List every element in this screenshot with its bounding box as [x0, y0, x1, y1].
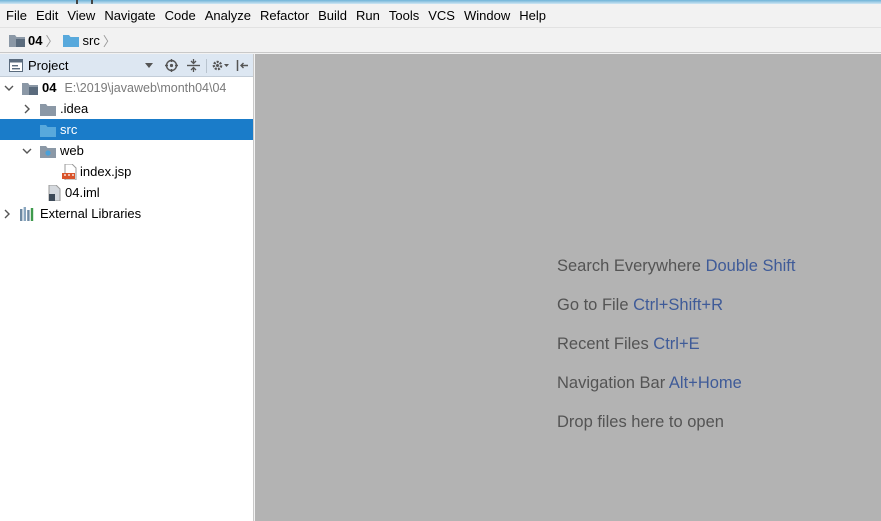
folder-icon	[40, 103, 56, 116]
hint-text: Drop files here to open	[557, 413, 724, 431]
hint-shortcut: Ctrl+E	[653, 335, 700, 353]
hint-shortcut: Ctrl+Shift+R	[633, 296, 723, 314]
menu-file[interactable]: File	[1, 4, 31, 27]
tree-item-label: 04	[42, 80, 57, 95]
hint-drop-files: Drop files here to open	[557, 413, 724, 432]
tree-item-label: 04.iml	[65, 185, 100, 200]
hint-go-to-file: Go to File Ctrl+Shift+R	[557, 296, 723, 315]
menu-build[interactable]: Build	[313, 4, 351, 27]
tree-item-label: index.jsp	[80, 164, 132, 179]
tree-item-project-root[interactable]: 04 E:\2019\javaweb\month04\04	[0, 77, 253, 98]
navigation-bar: 04 〉 src 〉	[0, 27, 881, 53]
menu-navigate[interactable]: Navigate	[99, 4, 159, 27]
hide-panel-icon[interactable]	[231, 54, 253, 77]
settings-gear-icon[interactable]	[209, 54, 231, 77]
tree-item-label: .idea	[60, 101, 89, 116]
project-panel-header: Project	[0, 54, 253, 77]
scroll-from-source-icon[interactable]	[160, 54, 182, 77]
chevron-right-icon[interactable]	[21, 103, 33, 115]
source-folder-icon	[40, 124, 56, 137]
view-mode-dropdown-icon[interactable]	[138, 54, 160, 77]
hint-shortcut: Double Shift	[705, 257, 796, 275]
breadcrumb-project-label: 04	[28, 32, 43, 48]
hint-text: Go to File	[557, 296, 629, 314]
chevron-right-icon[interactable]	[1, 208, 13, 220]
tree-item-path: E:\2019\javaweb\month04\04	[64, 80, 227, 95]
toolbar-divider	[206, 58, 207, 73]
chevron-down-icon[interactable]	[3, 82, 15, 94]
hint-text: Recent Files	[557, 335, 649, 353]
tree-item-label: External Libraries	[40, 206, 142, 221]
project-view-icon	[9, 58, 23, 72]
hint-text: Search Everywhere	[557, 257, 701, 275]
source-folder-icon	[63, 35, 80, 47]
hint-text: Navigation Bar	[557, 374, 666, 392]
web-folder-icon	[40, 145, 56, 158]
tree-item-idea[interactable]: .idea	[0, 98, 253, 119]
hint-recent-files: Recent Files Ctrl+E	[557, 335, 700, 354]
tree-item-index-jsp[interactable]: index.jsp	[0, 161, 253, 182]
menu-window[interactable]: Window	[459, 4, 514, 27]
menu-bar: File Edit View Navigate Code Analyze Ref…	[0, 4, 881, 27]
tree-item-src[interactable]: src	[0, 119, 253, 140]
menu-run[interactable]: Run	[351, 4, 384, 27]
tree-item-web[interactable]: web	[0, 140, 253, 161]
project-panel: Project 04 E:\2019\javaweb\month04\04 .i…	[0, 54, 254, 521]
project-folder-icon	[22, 82, 38, 95]
menu-analyze[interactable]: Analyze	[200, 4, 255, 27]
tree-item-iml[interactable]: 04.iml	[0, 182, 253, 203]
tree-item-external-libraries[interactable]: External Libraries	[0, 203, 253, 224]
menu-code[interactable]: Code	[160, 4, 200, 27]
iml-file-icon	[48, 184, 61, 201]
hint-shortcut: Alt+Home	[668, 374, 742, 392]
hint-navigation-bar: Navigation Bar Alt+Home	[557, 374, 742, 393]
jsp-file-icon	[62, 163, 77, 180]
project-panel-title[interactable]: Project	[28, 58, 68, 73]
hint-search-everywhere: Search Everywhere Double Shift	[557, 257, 795, 276]
breadcrumb-project[interactable]: 04	[9, 33, 42, 48]
project-panel-toolbar	[138, 54, 253, 77]
project-tree: 04 E:\2019\javaweb\month04\04 .idea src	[0, 77, 253, 224]
menu-vcs[interactable]: VCS	[423, 4, 459, 27]
tree-item-label: src	[60, 122, 78, 137]
collapse-all-icon[interactable]	[182, 54, 204, 77]
breadcrumb-src-label: src	[82, 32, 100, 48]
breadcrumb-separator-icon: 〉	[102, 33, 116, 49]
menu-help[interactable]: Help	[514, 4, 550, 27]
menu-view[interactable]: View	[62, 4, 99, 27]
menu-tools[interactable]: Tools	[384, 4, 423, 27]
menu-edit[interactable]: Edit	[31, 4, 62, 27]
breadcrumb-src[interactable]: src	[63, 32, 100, 48]
menu-refactor[interactable]: Refactor	[255, 4, 313, 27]
chevron-down-icon[interactable]	[21, 145, 33, 157]
project-folder-icon	[9, 35, 25, 47]
libraries-icon	[20, 206, 34, 221]
tree-item-label: web	[60, 143, 84, 158]
breadcrumb-separator-icon: 〉	[45, 33, 59, 49]
editor-empty-area[interactable]: Search Everywhere Double Shift Go to Fil…	[255, 54, 881, 521]
